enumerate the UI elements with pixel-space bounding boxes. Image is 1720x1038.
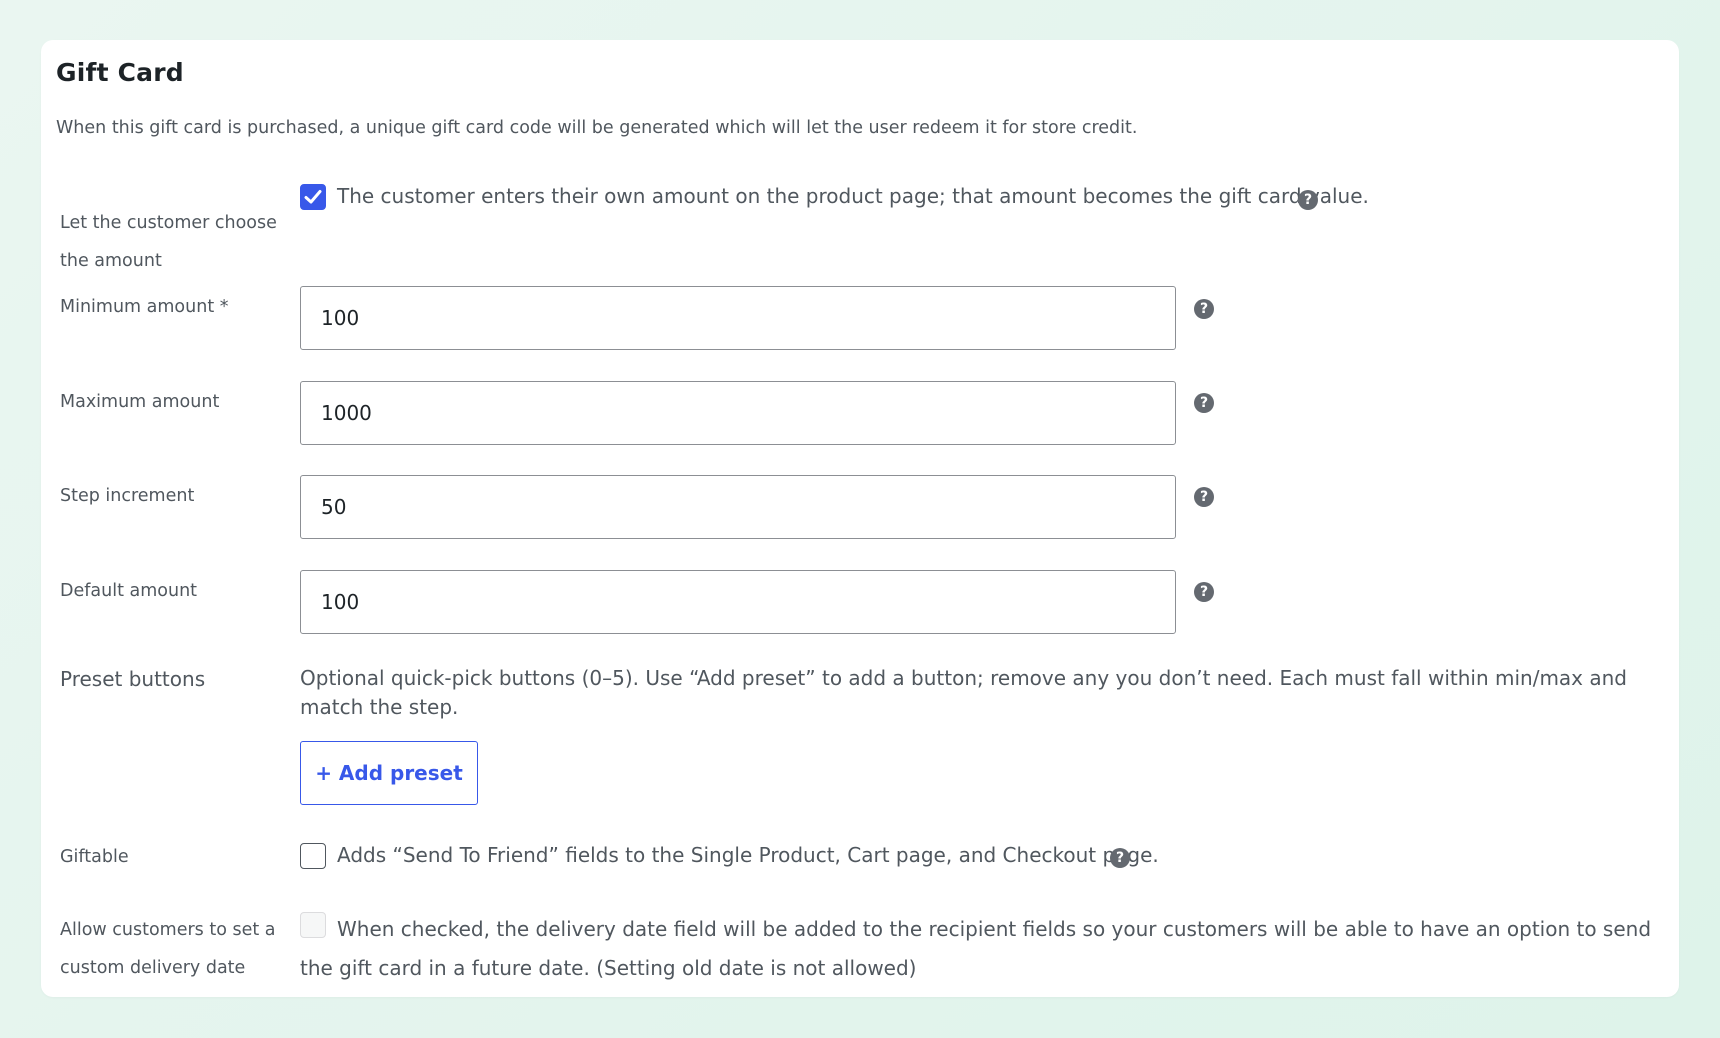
giftable-checkbox[interactable]	[300, 843, 326, 869]
delivery-date-label-line1: Allow customers to set a	[60, 920, 276, 940]
delivery-date-label-line2: custom delivery date	[60, 958, 246, 978]
panel-title: Gift Card	[56, 58, 184, 87]
preset-buttons-label: Preset buttons	[60, 667, 206, 691]
default-amount-label: Default amount	[60, 581, 198, 601]
giftable-label: Giftable	[60, 847, 129, 867]
gift-card-panel: Gift Card When this gift card is purchas…	[41, 40, 1679, 997]
add-preset-button[interactable]: + Add preset	[300, 741, 478, 805]
checkmark-icon	[304, 190, 322, 204]
delivery-date-label: Allow customers to set a custom delivery…	[60, 911, 276, 987]
help-icon[interactable]: ?	[1194, 299, 1214, 319]
help-icon[interactable]: ?	[1194, 487, 1214, 507]
help-icon[interactable]: ?	[1194, 582, 1214, 602]
choose-amount-text: The customer enters their own amount on …	[337, 184, 1369, 208]
panel-description: When this gift card is purchased, a uniq…	[56, 118, 1138, 138]
minimum-amount-input[interactable]	[300, 286, 1176, 350]
default-amount-input[interactable]	[300, 570, 1176, 634]
step-increment-input[interactable]	[300, 475, 1176, 539]
help-icon[interactable]: ?	[1298, 190, 1318, 210]
step-increment-label: Step increment	[60, 486, 195, 506]
choose-amount-label: Let the customer choose the amount	[60, 204, 277, 280]
delivery-date-text: When checked, the delivery date field wi…	[300, 917, 1652, 980]
maximum-amount-label: Maximum amount	[60, 392, 220, 412]
maximum-amount-input[interactable]	[300, 381, 1176, 445]
choose-amount-label-line2: the amount	[60, 251, 162, 271]
choose-amount-label-line1: Let the customer choose	[60, 213, 277, 233]
giftable-text: Adds “Send To Friend” fields to the Sing…	[337, 843, 1159, 867]
preset-buttons-description: Optional quick-pick buttons (0–5). Use “…	[300, 666, 1628, 719]
choose-amount-checkbox[interactable]	[300, 184, 326, 210]
minimum-amount-label: Minimum amount *	[60, 297, 229, 317]
help-icon[interactable]: ?	[1110, 848, 1130, 868]
help-icon[interactable]: ?	[1194, 393, 1214, 413]
